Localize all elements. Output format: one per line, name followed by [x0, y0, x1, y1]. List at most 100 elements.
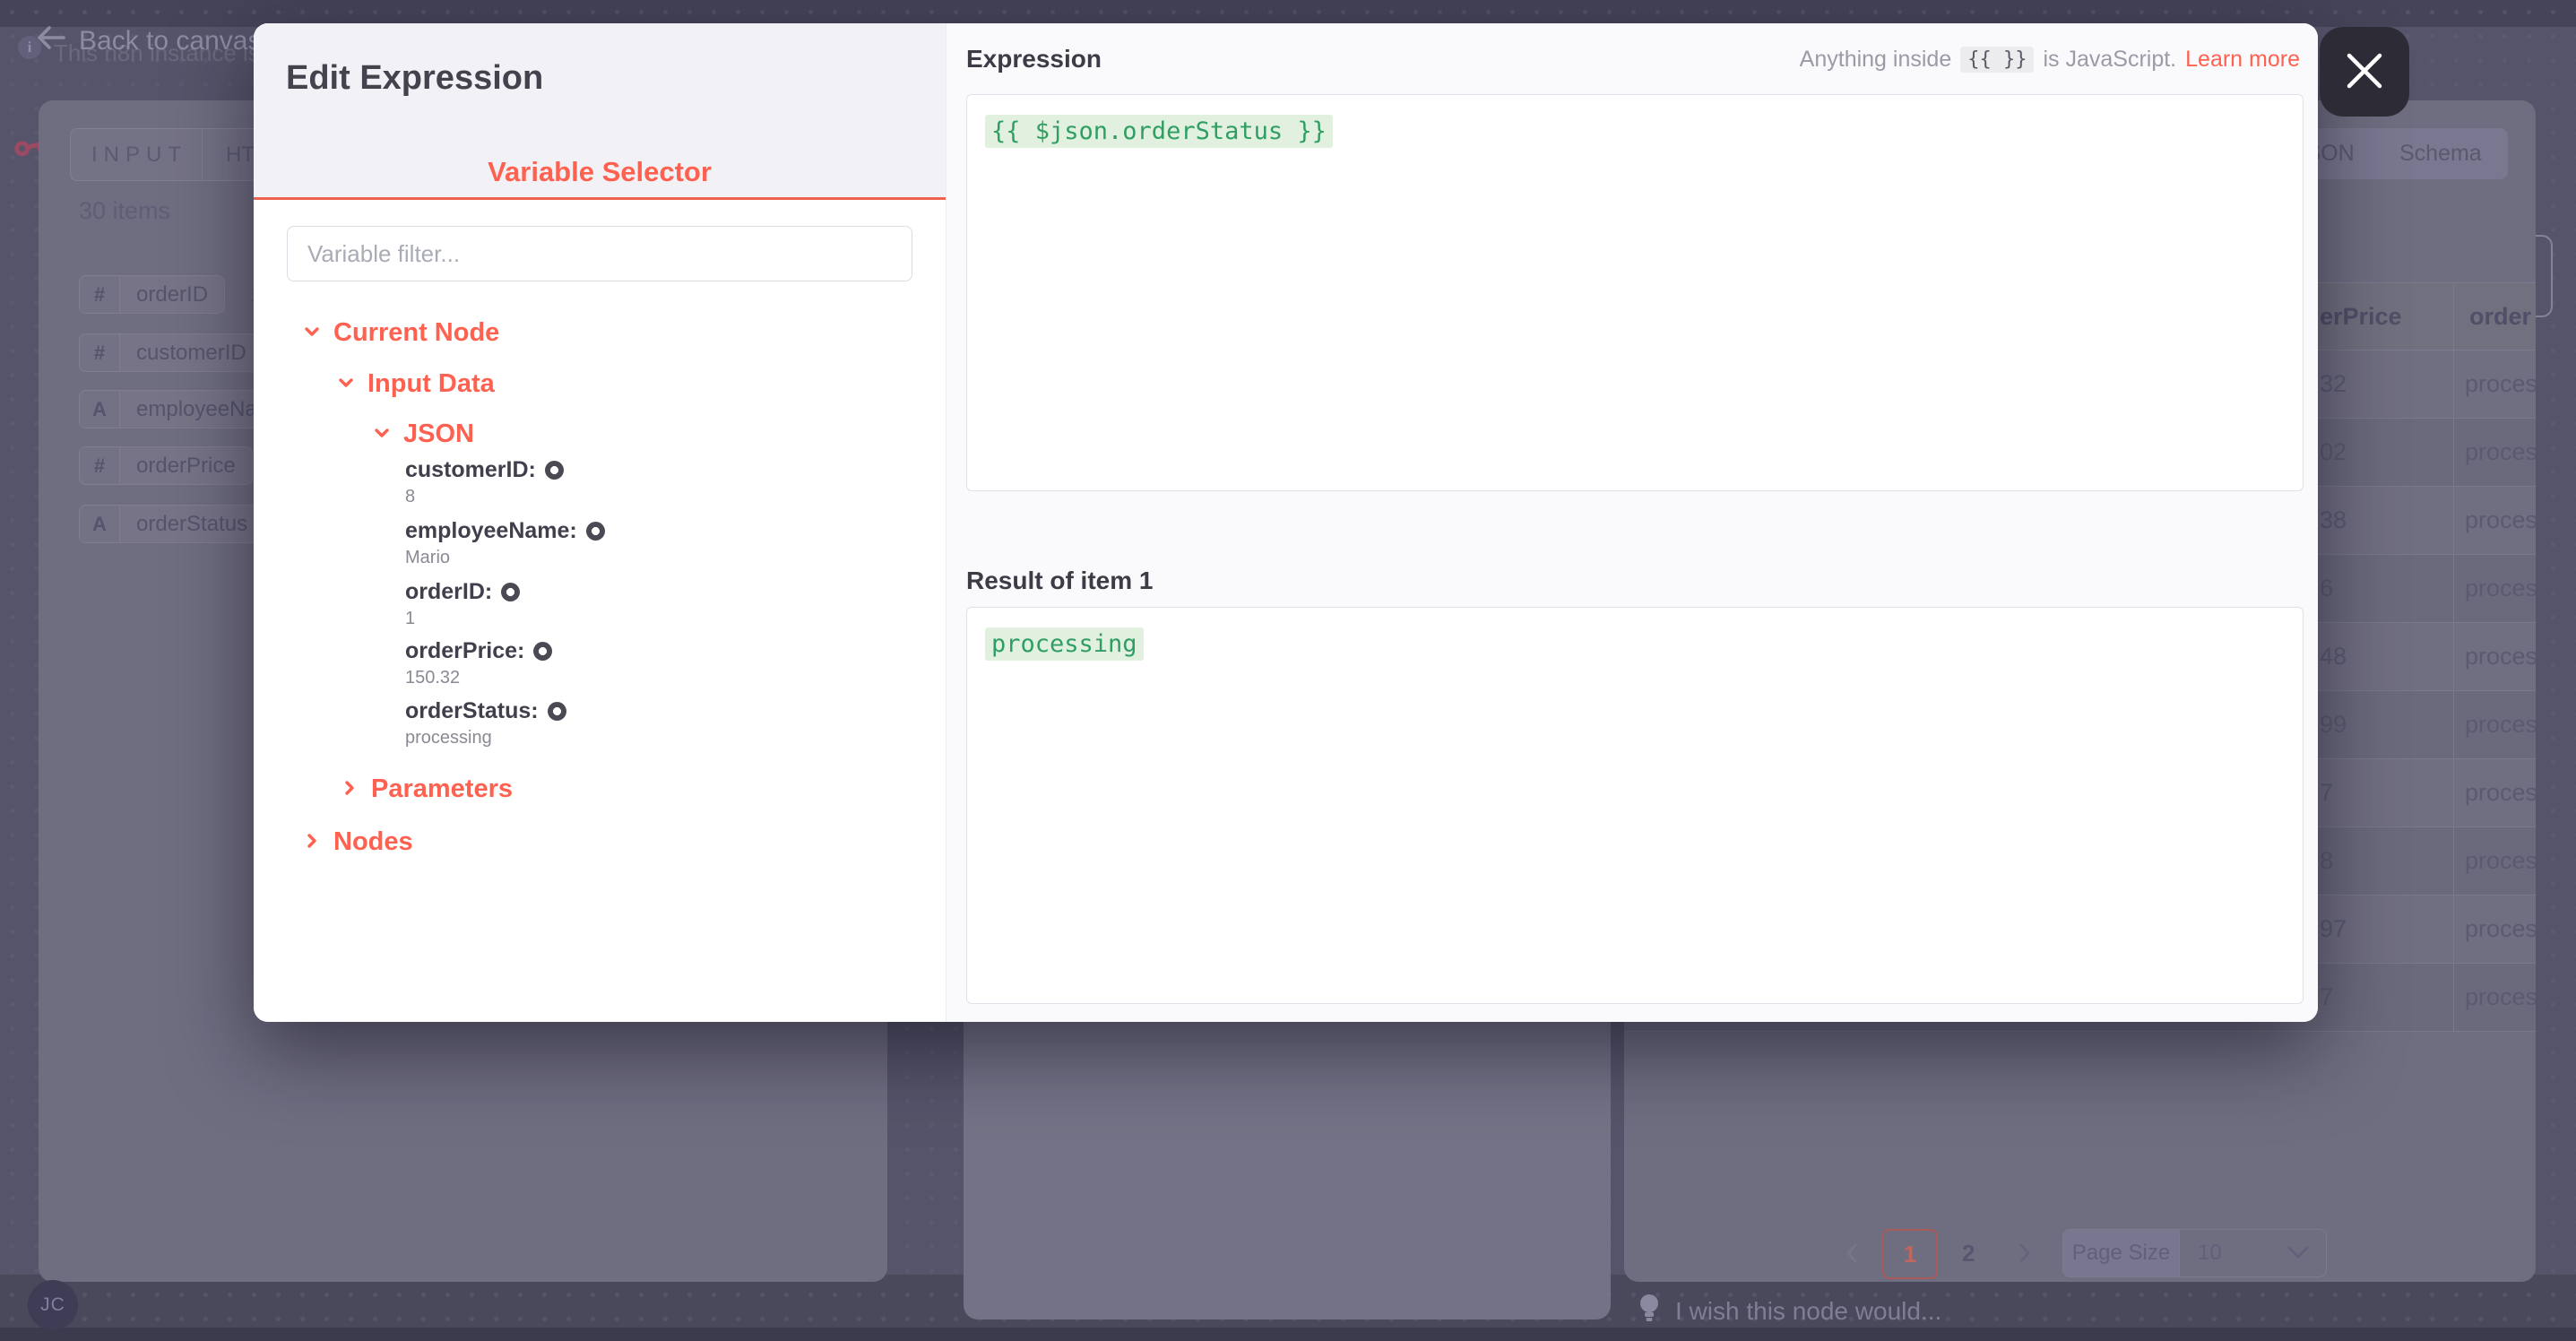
insert-variable-icon[interactable] [501, 583, 520, 601]
schema-field-orderstatus[interactable]: A orderStatus [79, 505, 264, 543]
arrow-left-icon [36, 25, 66, 57]
cell-orderprice: 02 [2320, 419, 2347, 486]
result-label: Result of item 1 [966, 567, 1153, 595]
cell-orderstatus: proces [2465, 827, 2536, 895]
chevron-down-icon [373, 420, 391, 449]
cell-orderstatus: proces [2465, 419, 2536, 486]
tree-field-orderid[interactable]: orderID: [405, 579, 520, 605]
tree-field-customerid[interactable]: customerID: [405, 457, 564, 483]
hint-text: Anything inside [1800, 47, 1952, 73]
cell-orderstatus: proces [2465, 964, 2536, 1031]
cell-orderstatus: proces [2465, 555, 2536, 622]
cell-orderprice: 7 [2320, 759, 2333, 826]
schema-field-name: orderPrice [120, 446, 253, 485]
result-value: processing [985, 627, 1144, 661]
tree-node-label: Current Node [333, 318, 499, 348]
user-avatar[interactable]: JC [28, 1280, 78, 1330]
number-type-icon: # [79, 275, 120, 314]
tree-field-label: customerID: [405, 457, 536, 483]
tree-node-label: Parameters [371, 774, 513, 804]
tab-input[interactable]: INPUT [71, 129, 202, 180]
cell-orderprice: 38 [2320, 487, 2347, 554]
variable-selector-tab[interactable]: Variable Selector [254, 156, 946, 188]
tree-node-nodes[interactable]: Nodes [303, 827, 413, 857]
number-type-icon: # [79, 333, 120, 372]
cell-orderstatus: proces [2465, 759, 2536, 826]
cell-orderprice: 48 [2320, 623, 2347, 690]
cell-orderstatus: proces [2465, 895, 2536, 963]
back-to-canvas-button[interactable]: Back to canvas [36, 25, 261, 57]
tree-node-label: Input Data [367, 369, 495, 399]
schema-field-name: orderStatus [120, 505, 264, 543]
variable-selector-column: Edit Expression Variable Selector Curren… [254, 23, 946, 1022]
tree-field-orderprice[interactable]: orderPrice: [405, 638, 552, 664]
tree-field-value: 150.32 [405, 668, 460, 688]
tree-field-value: processing [405, 728, 492, 748]
feedback-input[interactable]: I wish this node would... [1638, 1293, 1941, 1329]
tree-field-value: 1 [405, 609, 415, 629]
column-divider [2453, 419, 2454, 486]
tree-node-label: JSON [403, 420, 474, 449]
insert-variable-icon[interactable] [548, 702, 566, 721]
schema-field-customerid[interactable]: # customerID [79, 333, 264, 372]
page-size-select[interactable]: Page Size 10 [2062, 1229, 2327, 1277]
tree-field-label: employeeName: [405, 518, 577, 544]
page-size-label: Page Size [2063, 1230, 2180, 1276]
column-divider [2453, 283, 2454, 350]
edit-expression-modal: Edit Expression Variable Selector Curren… [254, 23, 2318, 1022]
modal-header: Edit Expression Variable Selector [254, 23, 946, 200]
cell-orderstatus: proces [2465, 623, 2536, 690]
variable-filter-input[interactable] [287, 226, 912, 281]
tree-field-label: orderID: [405, 579, 492, 605]
expression-label: Expression [966, 45, 1102, 74]
tree-field-label: orderStatus: [405, 698, 539, 724]
page-1-button[interactable]: 1 [1882, 1229, 1938, 1279]
column-divider [2453, 759, 2454, 826]
column-header-orderstatus: order [2469, 283, 2531, 350]
column-divider [2453, 895, 2454, 963]
lightbulb-icon [1638, 1293, 1661, 1329]
column-divider [2453, 555, 2454, 622]
n8n-ndv-screen: This n8n instance is i Back to canvas IN… [0, 0, 2576, 1341]
expression-editor[interactable]: {{ $json.orderStatus }} [966, 94, 2304, 491]
column-header-orderprice: erPrice [2320, 283, 2402, 350]
hint-code-chip: {{ }} [1960, 47, 2034, 73]
expression-result: processing [966, 607, 2304, 1004]
close-icon [2344, 50, 2385, 94]
column-divider [2453, 691, 2454, 758]
tree-node-input-data[interactable]: Input Data [337, 369, 495, 399]
tree-node-json[interactable]: JSON [373, 420, 474, 449]
chevron-down-icon [337, 369, 355, 399]
tree-node-parameters[interactable]: Parameters [341, 774, 513, 804]
tree-field-employeename[interactable]: employeeName: [405, 518, 605, 544]
insert-variable-icon[interactable] [545, 461, 564, 480]
page-2-button[interactable]: 2 [1962, 1229, 1975, 1277]
chevron-right-icon [341, 774, 359, 804]
expression-hint: Anything inside {{ }} is JavaScript. Lea… [1800, 47, 2300, 73]
cell-orderprice: 6 [2320, 555, 2333, 622]
schema-field-name: customerID [120, 333, 264, 372]
feedback-placeholder: I wish this node would... [1675, 1297, 1941, 1326]
learn-more-link[interactable]: Learn more [2185, 47, 2300, 73]
schema-field-orderid[interactable]: # orderID 1 [79, 275, 262, 314]
string-type-icon: A [79, 390, 120, 428]
column-divider [2453, 350, 2454, 418]
schema-field-orderprice[interactable]: # orderPrice [79, 446, 253, 485]
insert-variable-icon[interactable] [533, 642, 552, 661]
number-type-icon: # [79, 446, 120, 485]
previous-page-icon[interactable] [1842, 1242, 1862, 1269]
cell-orderprice: 8 [2320, 827, 2333, 895]
cell-orderprice: 97 [2320, 895, 2347, 963]
tree-node-current-node[interactable]: Current Node [303, 318, 499, 348]
tree-field-orderstatus[interactable]: orderStatus: [405, 698, 566, 724]
next-page-icon[interactable] [2015, 1242, 2035, 1269]
hint-text: is JavaScript. [2043, 47, 2176, 73]
cell-orderprice: 99 [2320, 691, 2347, 758]
column-divider [2453, 964, 2454, 1031]
insert-variable-icon[interactable] [586, 522, 605, 541]
chevron-down-icon [303, 318, 321, 348]
string-type-icon: A [79, 505, 120, 543]
tab-schema[interactable]: Schema [2399, 128, 2482, 179]
expression-code: {{ $json.orderStatus }} [985, 115, 1333, 148]
close-modal-button[interactable] [2320, 27, 2409, 117]
